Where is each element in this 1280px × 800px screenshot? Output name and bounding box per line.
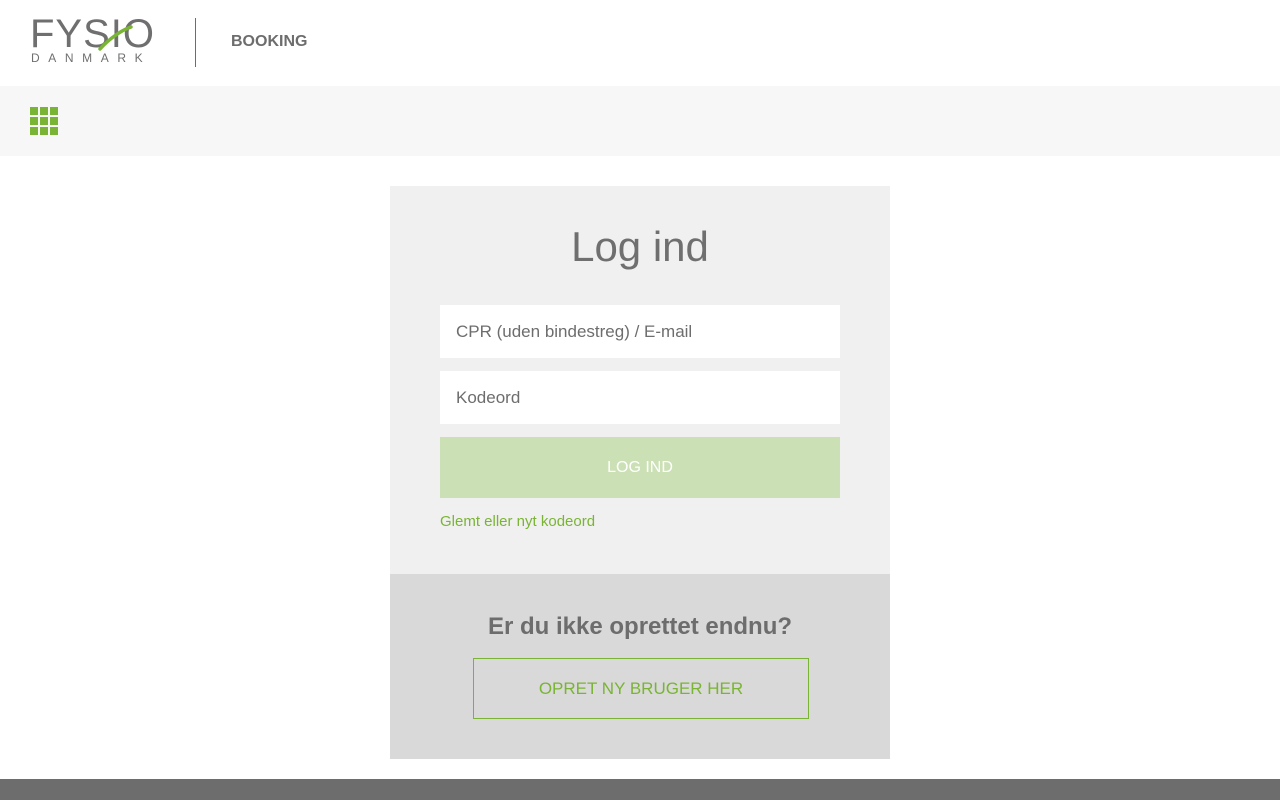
signup-heading: Er du ikke oprettet endnu? bbox=[487, 613, 793, 640]
logo-subtext: DANMARK bbox=[31, 51, 152, 65]
fysio-danmark-logo[interactable]: FYSIO DANMARK bbox=[30, 14, 162, 66]
forgot-password-link[interactable]: Glemt eller nyt kodeord bbox=[440, 513, 595, 530]
login-button[interactable]: LOG IND bbox=[440, 437, 840, 498]
create-user-button[interactable]: OPRET NY BRUGER HER bbox=[473, 658, 809, 719]
username-input[interactable] bbox=[440, 305, 840, 358]
logo-swoosh-icon bbox=[98, 25, 133, 51]
apps-grid-icon[interactable] bbox=[30, 107, 58, 135]
page-footer bbox=[0, 779, 1280, 800]
top-header: FYSIO DANMARK BOOKING bbox=[0, 0, 1280, 86]
header-divider bbox=[195, 18, 196, 67]
toolbar bbox=[0, 86, 1280, 156]
nav-booking-link[interactable]: BOOKING bbox=[231, 33, 307, 51]
login-title: Log ind bbox=[571, 223, 709, 270]
password-input[interactable] bbox=[440, 371, 840, 424]
